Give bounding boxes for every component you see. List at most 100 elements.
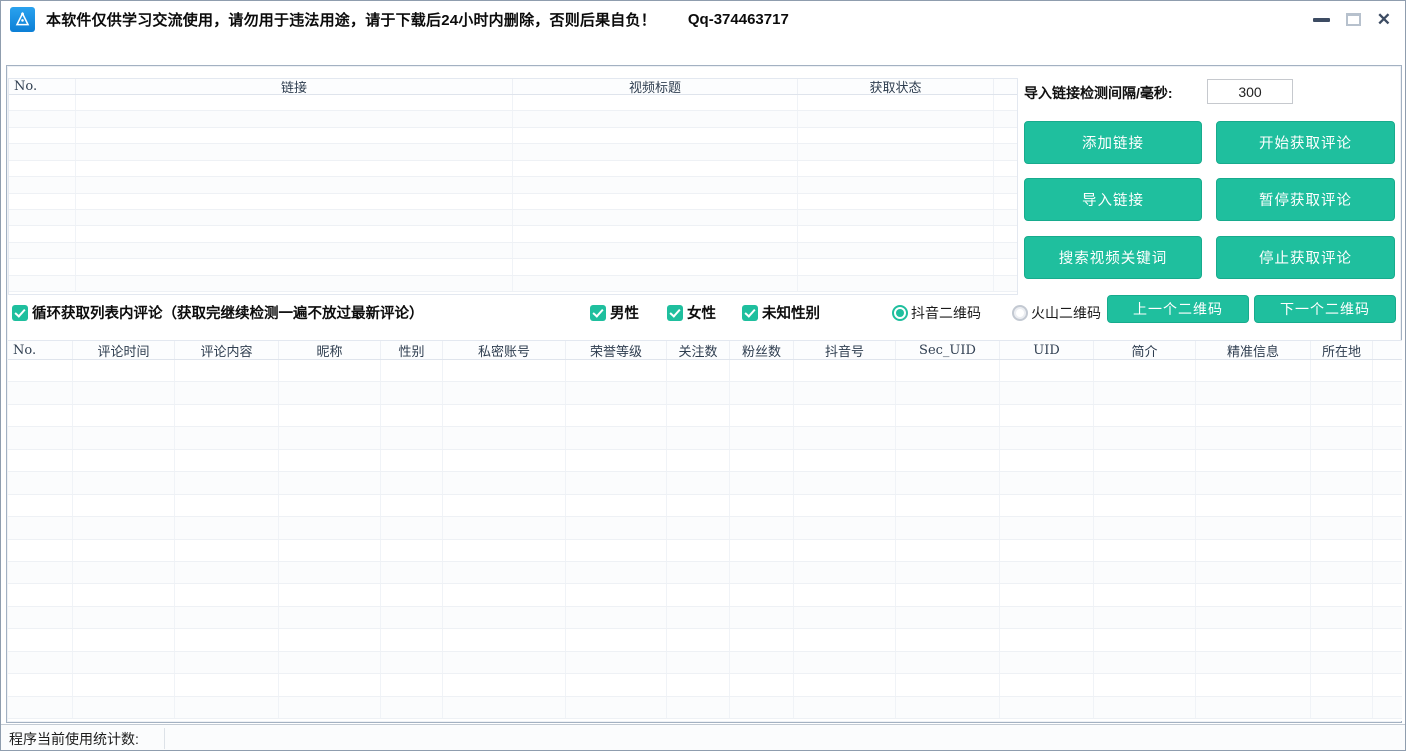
button-导入链接[interactable]: 导入链接 (1024, 178, 1202, 221)
button-搜索视频关键词[interactable]: 搜索视频关键词 (1024, 236, 1202, 279)
table-cell (76, 95, 513, 110)
table-row[interactable] (8, 674, 1402, 696)
table-cell (73, 472, 175, 493)
table-row[interactable] (9, 144, 1017, 160)
checkbox-未知性别[interactable]: 未知性别 (742, 302, 820, 323)
table-cell (994, 276, 1017, 291)
maximize-icon (1346, 13, 1361, 26)
button-添加链接[interactable]: 添加链接 (1024, 121, 1202, 164)
table-cell (1373, 652, 1402, 673)
table-cell (896, 629, 1000, 650)
table-cell (1311, 652, 1373, 673)
table-row[interactable] (8, 360, 1402, 382)
table-row[interactable] (8, 495, 1402, 517)
table-cell (896, 584, 1000, 605)
table-row[interactable] (8, 427, 1402, 449)
table-cell (1311, 360, 1373, 381)
button-上一个二维码[interactable]: 上一个二维码 (1107, 295, 1249, 323)
table-cell (76, 194, 513, 209)
radio-label: 火山二维码 (1031, 303, 1101, 323)
checkbox-女性[interactable]: 女性 (667, 302, 716, 323)
checkbox-label: 女性 (687, 302, 716, 323)
table-cell (9, 226, 76, 241)
checkbox-男性[interactable]: 男性 (590, 302, 639, 323)
table-cell (566, 382, 667, 403)
button-暂停获取评论[interactable]: 暂停获取评论 (1216, 178, 1395, 221)
table-cell (381, 427, 443, 448)
maximize-button[interactable] (1346, 13, 1361, 26)
minimize-button[interactable] (1313, 18, 1330, 22)
table-row[interactable] (9, 276, 1017, 292)
radio-火山二维码[interactable]: 火山二维码 (1012, 303, 1101, 323)
table-cell (667, 629, 730, 650)
table-row[interactable] (9, 210, 1017, 226)
table-cell (1094, 629, 1196, 650)
radio-unselected-icon (1012, 305, 1028, 321)
table-cell (730, 360, 794, 381)
table-row[interactable] (9, 243, 1017, 259)
table-cell (443, 382, 566, 403)
close-button[interactable]: ✕ (1377, 11, 1391, 28)
tab-label: 导出信息 (14, 44, 48, 66)
radio-抖音二维码[interactable]: 抖音二维码 (892, 303, 981, 323)
button-停止获取评论[interactable]: 停止获取评论 (1216, 236, 1395, 279)
table-cell (513, 226, 798, 241)
table-row[interactable] (9, 259, 1017, 275)
table-row[interactable] (9, 194, 1017, 210)
table-row[interactable] (8, 652, 1402, 674)
table-row[interactable] (9, 226, 1017, 242)
table-body (8, 360, 1402, 719)
button-开始获取评论[interactable]: 开始获取评论 (1216, 121, 1395, 164)
table-cell (566, 360, 667, 381)
table-row[interactable] (9, 177, 1017, 193)
table-cell (994, 210, 1017, 225)
table-row[interactable] (9, 161, 1017, 177)
table-cell (8, 562, 73, 583)
table-row[interactable] (8, 584, 1402, 606)
table-cell (9, 259, 76, 274)
table-cell (279, 697, 381, 718)
interval-input[interactable] (1207, 79, 1293, 104)
table-row[interactable] (8, 405, 1402, 427)
column-header-性别: 性别 (381, 341, 443, 359)
table-cell (1373, 382, 1402, 403)
table-row[interactable] (9, 95, 1017, 111)
table-cell (513, 210, 798, 225)
table-cell (566, 517, 667, 538)
table-cell (279, 472, 381, 493)
app-logo-icon (10, 7, 35, 32)
table-cell (896, 450, 1000, 471)
table-row[interactable] (8, 472, 1402, 494)
table-row[interactable] (8, 540, 1402, 562)
table-cell (566, 472, 667, 493)
link-table[interactable]: No.链接视频标题获取状态 (8, 78, 1018, 295)
table-cell (566, 674, 667, 695)
table-cell (798, 95, 994, 110)
table-row[interactable] (8, 607, 1402, 629)
table-cell (794, 629, 896, 650)
table-cell (1196, 472, 1311, 493)
table-row[interactable] (8, 450, 1402, 472)
table-row[interactable] (8, 562, 1402, 584)
table-cell (443, 674, 566, 695)
table-row[interactable] (8, 629, 1402, 651)
table-row[interactable] (8, 697, 1402, 719)
table-row[interactable] (9, 111, 1017, 127)
table-cell (279, 450, 381, 471)
table-row[interactable] (9, 128, 1017, 144)
table-cell (667, 584, 730, 605)
table-cell (76, 128, 513, 143)
table-cell (381, 495, 443, 516)
table-cell (1000, 517, 1094, 538)
table-cell (667, 697, 730, 718)
button-下一个二维码[interactable]: 下一个二维码 (1254, 295, 1396, 323)
comment-table[interactable]: No.评论时间评论内容昵称性别私密账号荣誉等级关注数粉丝数抖音号Sec_UIDU… (8, 340, 1402, 721)
table-row[interactable] (8, 382, 1402, 404)
loop-comments-checkbox[interactable]: 循环获取列表内评论（获取完继续检测一遍不放过最新评论） (12, 302, 424, 323)
table-row[interactable] (8, 517, 1402, 539)
minimize-icon (1313, 18, 1330, 22)
table-cell (8, 629, 73, 650)
column-header-私密账号: 私密账号 (443, 341, 566, 359)
table-cell (994, 226, 1017, 241)
tab-label: 登录抖音号 (16, 44, 50, 66)
